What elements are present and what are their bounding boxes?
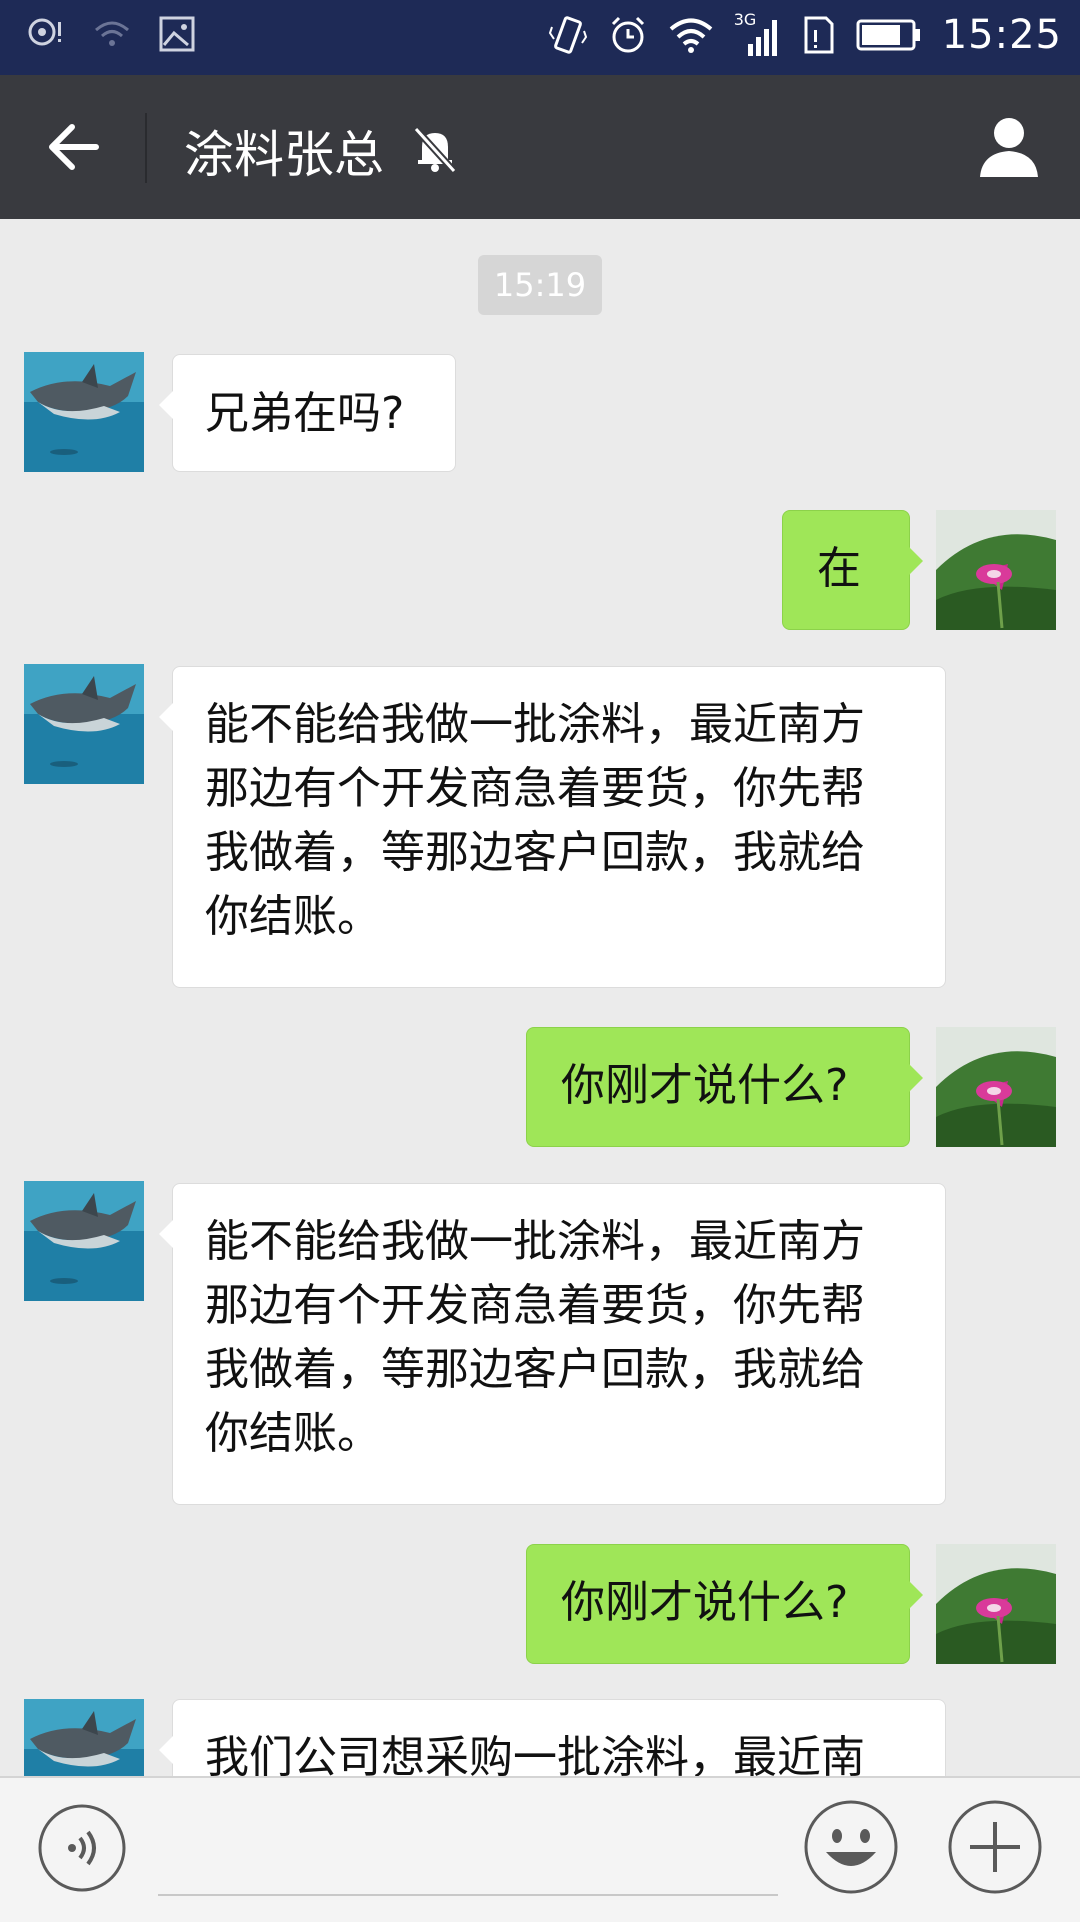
message-line: 我做着，等那边客户回款，我就给 [205, 1344, 865, 1395]
notification-icon [28, 18, 61, 46]
message-text: 你刚才说什么? [561, 1060, 849, 1111]
back-arrow-icon[interactable] [44, 119, 104, 175]
voice-icon[interactable] [36, 1802, 128, 1894]
my-avatar[interactable] [936, 510, 1056, 630]
vibrate-icon [548, 16, 587, 54]
alarm-icon [611, 16, 644, 53]
message-input[interactable] [158, 1894, 778, 1896]
message-bubble-incoming[interactable]: 能不能给我做一批涂料，最近南方 那边有个开发商急着要货，你先帮 我做着，等那边客… [159, 666, 946, 988]
battery-icon [856, 19, 920, 51]
bell-muted-icon [413, 126, 457, 174]
chat-header: 涂料张总 [0, 75, 1080, 219]
status-bar: 3G 15:25 [0, 0, 1080, 75]
message-bubble-outgoing[interactable]: 你刚才说什么? [526, 1027, 923, 1147]
message-bubble-incoming[interactable]: 兄弟在吗? [159, 354, 456, 472]
message-bubble-incoming[interactable]: 能不能给我做一批涂料，最近南方 那边有个开发商急着要货，你先帮 我做着，等那边客… [159, 1183, 946, 1505]
chat-area[interactable]: 15:19 兄弟在吗? 在 能不能给我做一批涂料，最近南方 那边有个开发商急着要… [0, 219, 1080, 1776]
message-line: 我做着，等那边客户回款，我就给 [205, 827, 865, 878]
message-line: 我们公司想采购一批涂料，最近南 [205, 1732, 865, 1776]
contact-avatar[interactable] [24, 1181, 144, 1301]
signal-icon: 3G [734, 10, 782, 60]
contact-avatar[interactable] [24, 1699, 144, 1776]
message-line: 你结账。 [205, 1408, 381, 1459]
message-line: 你结账。 [205, 891, 381, 942]
contact-avatar[interactable] [24, 352, 144, 472]
input-bar [0, 1776, 1080, 1922]
person-icon[interactable] [976, 113, 1042, 179]
message-line: 能不能给我做一批涂料，最近南方 [205, 1216, 865, 1267]
my-avatar[interactable] [936, 1027, 1056, 1147]
message-text: 你刚才说什么? [561, 1577, 849, 1628]
message-bubble-outgoing[interactable]: 你刚才说什么? [526, 1544, 923, 1664]
sim-icon [804, 16, 834, 54]
wifi-icon [669, 18, 713, 53]
message-bubble-incoming[interactable]: 我们公司想采购一批涂料，最近南 [159, 1699, 946, 1776]
message-text: 在 [817, 543, 861, 594]
chat-title: 涂料张总 [184, 126, 384, 184]
header-divider [145, 113, 147, 183]
status-time: 15:25 [941, 12, 1062, 58]
message-line: 那边有个开发商急着要货，你先帮 [205, 763, 865, 814]
chat-timestamp: 15:19 [478, 255, 602, 315]
my-avatar[interactable] [936, 1544, 1056, 1664]
message-text: 兄弟在吗? [205, 388, 405, 439]
message-line: 那边有个开发商急着要货，你先帮 [205, 1280, 865, 1331]
message-bubble-outgoing[interactable]: 在 [782, 510, 923, 630]
emoji-icon[interactable] [802, 1798, 900, 1896]
image-icon [159, 16, 195, 52]
contact-avatar[interactable] [24, 664, 144, 784]
plus-icon[interactable] [946, 1798, 1044, 1896]
wifi-weak-icon [95, 21, 129, 46]
message-line: 能不能给我做一批涂料，最近南方 [205, 699, 865, 750]
